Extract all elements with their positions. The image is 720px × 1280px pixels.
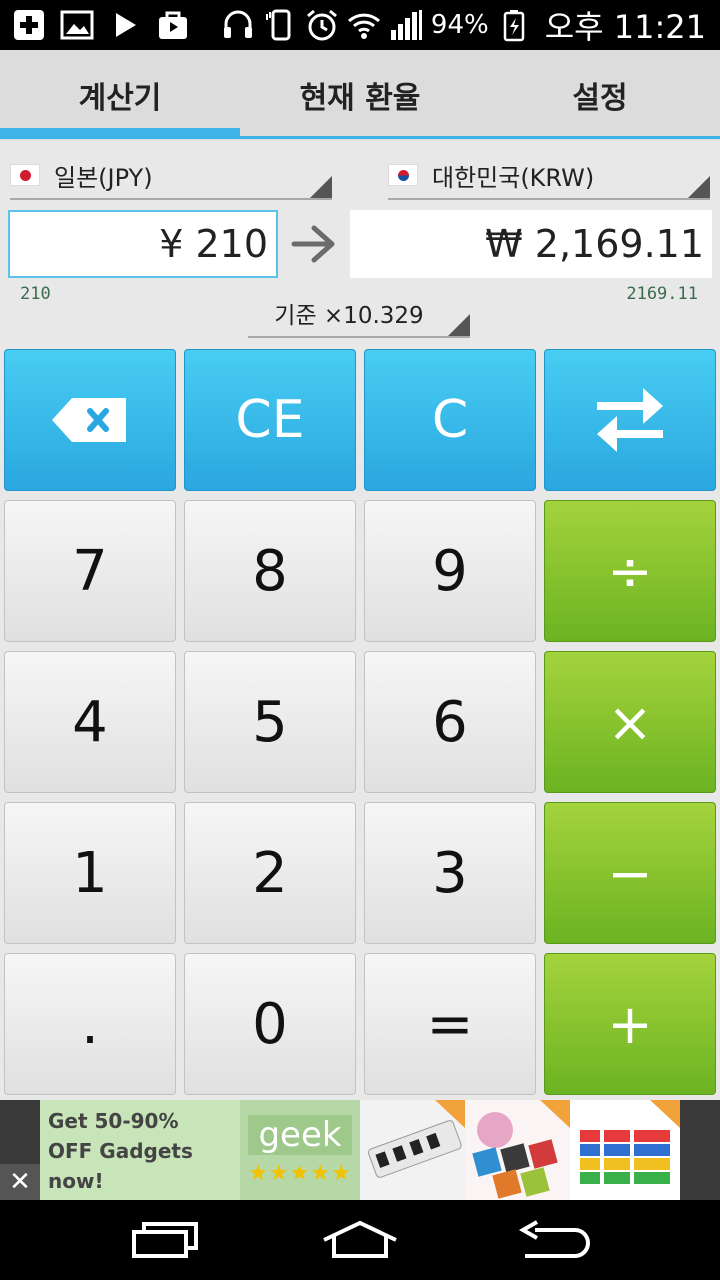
dropdown-triangle-icon (448, 314, 470, 336)
ad-line-1: Get 50-90% (48, 1109, 179, 1133)
from-amount-field[interactable]: ¥ 210 (8, 210, 278, 278)
add-icon (12, 8, 46, 42)
from-raw-value: 210 (20, 284, 51, 304)
ad-product-image (570, 1100, 680, 1200)
wifi-icon (347, 8, 381, 42)
alarm-icon (305, 8, 339, 42)
to-currency-select[interactable]: 대한민국(KRW) (388, 152, 710, 200)
key-3[interactable]: 3 (364, 802, 536, 944)
multiply-button[interactable]: × (544, 651, 716, 793)
right-arrow-icon (290, 222, 338, 266)
to-raw-value: 2169.11 (626, 284, 698, 304)
play-icon (108, 8, 142, 42)
to-currency-label: 대한민국(KRW) (432, 163, 595, 192)
home-button[interactable] (320, 1216, 400, 1264)
home-icon (323, 1220, 397, 1258)
add-button[interactable]: + (544, 953, 716, 1095)
vibrate-icon (263, 8, 297, 42)
key-7[interactable]: 7 (4, 500, 176, 642)
backspace-button[interactable] (4, 349, 176, 491)
clear-button[interactable]: C (364, 349, 536, 491)
headset-icon (221, 8, 255, 42)
back-button[interactable] (515, 1216, 595, 1264)
rate-label: 기준 ×10.329 (274, 303, 424, 329)
key-1[interactable]: 1 (4, 802, 176, 944)
bag-icon (156, 8, 190, 42)
image-icon (60, 8, 94, 42)
key-0[interactable]: 0 (184, 953, 356, 1095)
from-currency-select[interactable]: 일본(JPY) (10, 152, 332, 200)
tab-divider (0, 136, 720, 139)
status-bar: 94% 오후 11:21 (0, 0, 720, 50)
ad-content[interactable]: Get 50-90% OFF Gadgets now! geek ★★★★★ (40, 1100, 680, 1200)
ad-product-image (360, 1100, 465, 1200)
tab-current-rates[interactable]: 현재 환율 (240, 50, 480, 140)
subtract-button[interactable]: − (544, 802, 716, 944)
ad-logo-text: geek (248, 1114, 352, 1155)
battery-percent: 94% (430, 10, 489, 40)
dropdown-triangle-icon (310, 176, 332, 198)
key-4[interactable]: 4 (4, 651, 176, 793)
from-currency-label: 일본(JPY) (54, 163, 153, 192)
decimal-key[interactable]: . (4, 953, 176, 1095)
ad-logo: geek ★★★★★ (240, 1100, 360, 1200)
ad-rating-stars: ★★★★★ (248, 1160, 352, 1186)
ad-line-2: OFF Gadgets (48, 1139, 193, 1163)
clock: 오후 11:21 (544, 8, 706, 46)
active-tab-indicator (0, 128, 240, 136)
ad-line-3: now! (48, 1169, 104, 1193)
dropdown-triangle-icon (688, 176, 710, 198)
ad-close-button[interactable]: ✕ (0, 1164, 40, 1200)
key-8[interactable]: 8 (184, 500, 356, 642)
key-9[interactable]: 9 (364, 500, 536, 642)
key-2[interactable]: 2 (184, 802, 356, 944)
signal-icon (389, 8, 423, 42)
ad-text: Get 50-90% OFF Gadgets now! (40, 1100, 240, 1200)
navigation-bar (0, 1200, 720, 1280)
japan-flag-icon (10, 164, 40, 186)
tab-settings[interactable]: 설정 (480, 50, 720, 140)
korea-flag-icon (388, 164, 418, 186)
tab-calculator[interactable]: 계산기 (0, 50, 240, 140)
battery-icon (497, 8, 531, 42)
equals-button[interactable]: = (364, 953, 536, 1095)
recent-apps-button[interactable] (125, 1216, 205, 1264)
divide-button[interactable]: ÷ (544, 500, 716, 642)
back-icon (518, 1220, 590, 1258)
swap-icon (597, 388, 663, 452)
key-5[interactable]: 5 (184, 651, 356, 793)
clear-entry-button[interactable]: CE (184, 349, 356, 491)
to-amount-field[interactable]: ₩ 2,169.11 (350, 210, 712, 278)
ad-product-image (465, 1100, 570, 1200)
key-6[interactable]: 6 (364, 651, 536, 793)
tab-bar: 계산기 현재 환율 설정 (0, 50, 720, 140)
ad-banner: Get 50-90% OFF Gadgets now! geek ★★★★★ (0, 1100, 720, 1200)
recent-apps-icon (132, 1222, 198, 1258)
backspace-icon (52, 398, 126, 442)
rate-select[interactable]: 기준 ×10.329 (248, 290, 470, 338)
swap-button[interactable] (544, 349, 716, 491)
